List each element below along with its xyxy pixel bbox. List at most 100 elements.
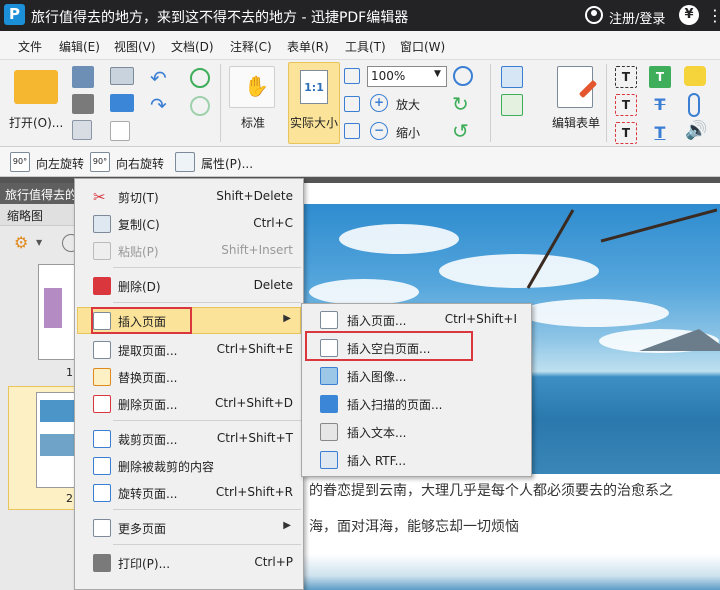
document-tab[interactable]: 旅行值得去的地方 <box>0 183 80 204</box>
menu-delete-page-shortcut: Ctrl+Shift+D <box>215 396 293 410</box>
menu-more-pages[interactable]: 更多页面 ▶ <box>75 514 303 541</box>
attachment-icon[interactable] <box>688 93 700 117</box>
fit-visible-icon[interactable] <box>344 123 360 139</box>
cloud-upload-icon[interactable] <box>110 94 134 112</box>
submenu-insert-rtf[interactable]: 插入 RTF... <box>302 446 531 473</box>
add-field-icon[interactable] <box>501 94 523 116</box>
menu-remove-cropped-label: 删除被裁剪的内容 <box>118 460 215 474</box>
insert-page-icon <box>320 311 338 329</box>
zoom-out-icon[interactable]: − <box>370 122 388 140</box>
sound-icon[interactable]: 🔊 <box>685 120 707 141</box>
menu-rotate-page-label: 旋转页面... <box>118 487 178 501</box>
rotate-right-icon[interactable]: 90° <box>90 152 110 172</box>
actual-size-icon: 1:1 <box>300 70 328 104</box>
window-title: 旅行值得去的地方，来到这不得不去的地方 - 迅捷PDF编辑器 <box>31 10 409 26</box>
user-icon[interactable] <box>585 6 603 24</box>
thumbnail-header: 缩略图 <box>0 204 80 226</box>
chevron-down-icon[interactable]: ▼ <box>36 237 48 249</box>
menu-form[interactable]: 表单(R) <box>287 38 329 55</box>
tree-branch <box>600 208 718 243</box>
yen-icon[interactable]: ¥ <box>679 5 699 25</box>
text-box-icon[interactable]: T <box>615 66 637 88</box>
email-icon[interactable] <box>110 67 134 85</box>
redo-icon[interactable]: ↷ <box>150 93 167 117</box>
menu-tools[interactable]: 工具(T) <box>345 38 386 55</box>
menu-rotate-page[interactable]: 旋转页面... Ctrl+Shift+R <box>75 479 303 506</box>
menu-delete-shortcut: Delete <box>253 278 293 292</box>
menu-remove-cropped[interactable]: 删除被裁剪的内容 <box>75 452 303 479</box>
underline-icon[interactable]: T <box>649 122 671 144</box>
text-field-icon[interactable]: T <box>615 94 637 116</box>
menu-edit[interactable]: 编辑(E) <box>59 38 100 55</box>
menu-delete[interactable]: 删除(D) Delete <box>75 272 303 299</box>
save-icon[interactable] <box>72 66 94 88</box>
properties-button[interactable]: 属性(P)... <box>201 155 253 172</box>
forward-arrow-icon[interactable] <box>190 96 210 116</box>
rotate-cw-icon[interactable]: ↻ <box>452 92 469 116</box>
submenu-insert-text[interactable]: 插入文本... <box>302 418 531 445</box>
menu-extract-page[interactable]: 提取页面... Ctrl+Shift+E <box>75 336 303 363</box>
extract-page-icon <box>93 341 111 359</box>
rotate-left-button[interactable]: 向左旋转 <box>36 155 84 172</box>
zoom-in-icon[interactable]: + <box>370 94 388 112</box>
menu-print[interactable]: 打印(P)... Ctrl+P <box>75 549 303 576</box>
rotate-left-icon[interactable]: 90° <box>10 152 30 172</box>
standard-label[interactable]: 标准 <box>241 114 265 131</box>
properties-icon[interactable] <box>175 152 195 172</box>
document-icon[interactable] <box>72 120 92 140</box>
submenu-insert-image[interactable]: 插入图像... <box>302 362 531 389</box>
delete-page-icon <box>93 395 111 413</box>
gear-icon[interactable]: ⚙ <box>14 234 34 252</box>
menu-copy[interactable]: 复制(C) Ctrl+C <box>75 210 303 237</box>
menu-delete-page[interactable]: 删除页面... Ctrl+Shift+D <box>75 390 303 417</box>
strikeout-icon[interactable]: T <box>649 94 671 116</box>
menu-replace-page[interactable]: 替换页面... <box>75 363 303 390</box>
select-text-icon[interactable] <box>501 66 523 88</box>
mountain-shape <box>639 329 720 351</box>
menu-view[interactable]: 视图(V) <box>114 38 156 55</box>
menu-file[interactable]: 文件 <box>18 38 42 55</box>
highlight-text-icon[interactable]: T <box>649 66 671 88</box>
more-icon[interactable]: ⋮ <box>707 5 720 26</box>
annotation-highlight-box <box>91 307 192 334</box>
login-link[interactable]: 注册/登录 <box>609 8 665 27</box>
menu-document[interactable]: 文档(D) <box>171 38 214 55</box>
submenu-insert-page[interactable]: 插入页面... Ctrl+Shift+I <box>302 306 531 333</box>
new-document-icon[interactable] <box>110 121 130 141</box>
menu-paste-label: 粘贴(P) <box>118 245 159 259</box>
fit-page-icon[interactable] <box>344 68 360 84</box>
submenu-insert-page-label: 插入页面... <box>347 314 407 328</box>
menu-crop-page-shortcut: Ctrl+Shift+T <box>216 431 293 445</box>
chevron-right-icon: ▶ <box>283 520 291 531</box>
edit-form-label[interactable]: 编辑表单 <box>552 114 600 131</box>
crop-page-icon <box>93 430 111 448</box>
menu-copy-shortcut: Ctrl+C <box>253 216 293 230</box>
folder-open-icon[interactable] <box>14 70 58 104</box>
back-arrow-icon[interactable] <box>190 68 210 88</box>
menu-comment[interactable]: 注释(C) <box>230 38 272 55</box>
note-icon[interactable] <box>684 66 706 86</box>
rotate-right-button[interactable]: 向右旋转 <box>116 155 164 172</box>
menu-crop-page[interactable]: 裁剪页面... Ctrl+Shift+T <box>75 425 303 452</box>
rotate-ccw-icon[interactable]: ↺ <box>452 119 469 143</box>
menu-paste[interactable]: 粘贴(P) Shift+Insert <box>75 237 303 264</box>
zoom-in-label[interactable]: 放大 <box>396 96 420 113</box>
magnifier-icon[interactable] <box>453 66 473 86</box>
menu-window[interactable]: 窗口(W) <box>400 38 445 55</box>
submenu-insert-rtf-label: 插入 RTF... <box>347 454 407 468</box>
more-pages-icon <box>93 519 111 537</box>
submenu-insert-scanned[interactable]: 插入扫描的页面... <box>302 390 531 417</box>
fit-width-icon[interactable] <box>344 96 360 112</box>
print-icon[interactable] <box>72 94 94 114</box>
open-button-label[interactable]: 打开(O)... <box>9 114 63 131</box>
callout-icon[interactable]: T <box>615 122 637 144</box>
undo-icon[interactable]: ↶ <box>150 66 167 90</box>
annotation-highlight-box <box>305 331 473 361</box>
zoom-out-label[interactable]: 缩小 <box>396 124 420 141</box>
image-icon <box>320 367 338 385</box>
menu-cut[interactable]: ✂ 剪切(T) Shift+Delete <box>75 183 303 210</box>
menu-print-shortcut: Ctrl+P <box>254 555 293 569</box>
submenu-insert-text-label: 插入文本... <box>347 426 407 440</box>
second-photo <box>299 554 720 590</box>
page-number-2: 2 <box>66 492 73 505</box>
